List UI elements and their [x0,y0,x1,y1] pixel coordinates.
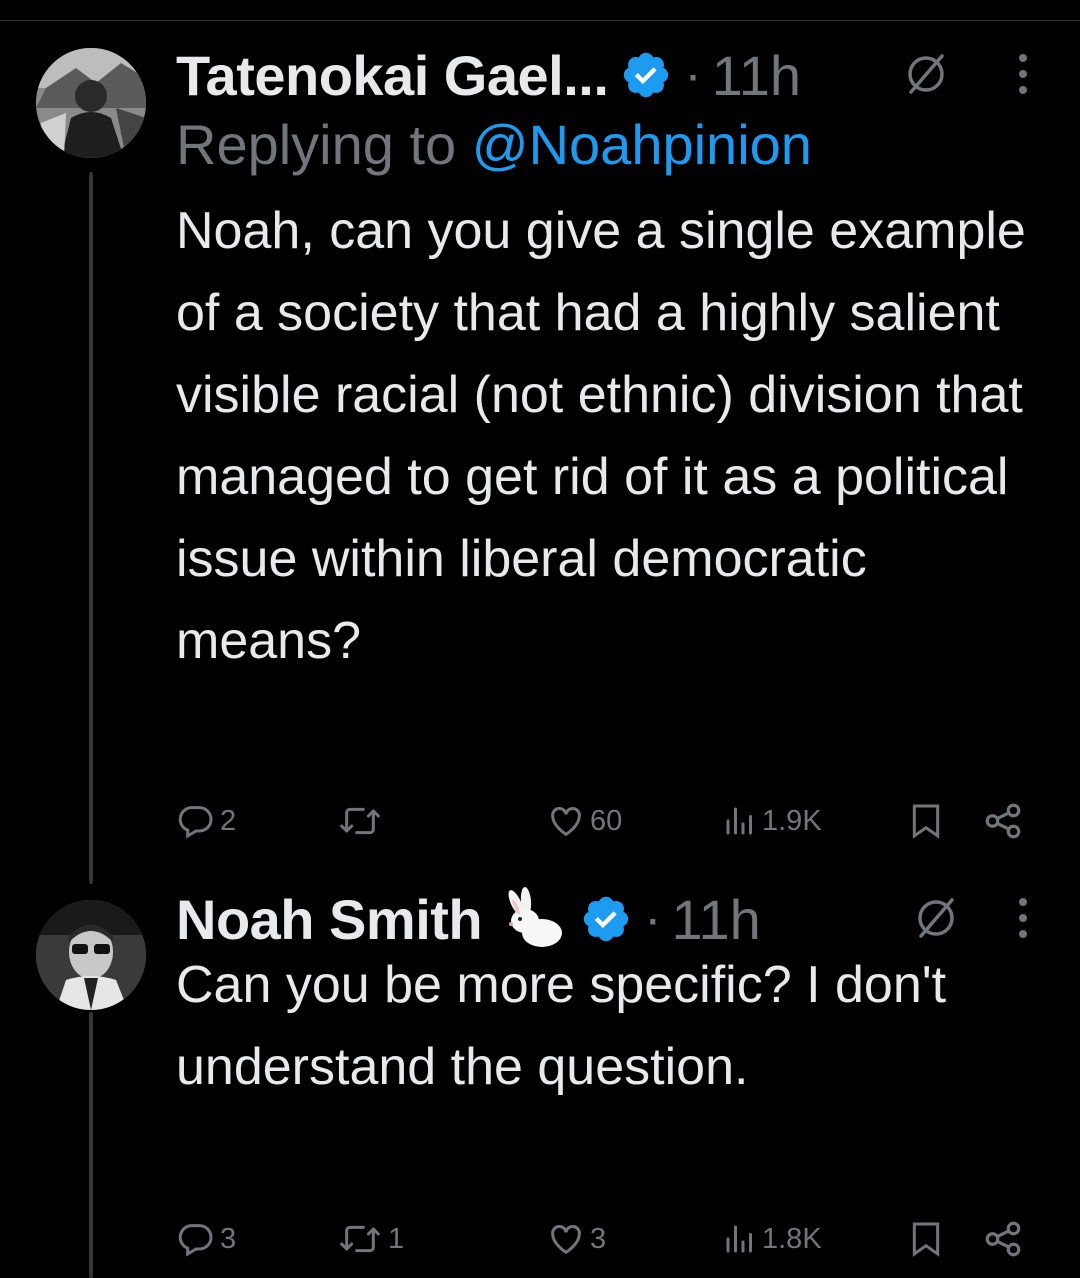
rabbit-emoji-icon [508,887,563,947]
tweet-1-text: Noah, can you give a single example of a… [176,202,1026,670]
views-count: 1.9K [762,804,822,837]
timestamp[interactable]: 11h [712,43,801,108]
avatar-noah-smith[interactable] [36,900,146,1010]
separator-dot: · [684,46,702,104]
avatar-tatenokai[interactable] [36,48,146,158]
share-button[interactable] [982,1214,1024,1264]
like-count: 60 [590,804,623,837]
like-button[interactable]: 3 [546,1214,606,1264]
verified-badge-icon [624,52,669,98]
top-divider [0,20,1080,21]
replying-to: Replying to @Noahpinion [176,110,812,180]
retweet-icon [340,807,380,835]
reply-icon [178,1224,213,1257]
bookmark-icon [912,804,940,839]
share-icon [985,1221,1021,1257]
tweet-2-actions: 3 1 3 1.8K [176,1214,1036,1264]
separator-dot: · [644,890,662,948]
reply-count: 3 [220,1222,237,1255]
grok-icon[interactable] [902,50,950,98]
views-icon [726,807,752,835]
tweet-2-text: Can you be more specific? I don't unders… [176,956,947,1096]
bookmark-button[interactable] [906,796,946,846]
author-name[interactable]: Tatenokai Gael... [176,43,609,108]
like-button[interactable]: 60 [546,796,622,846]
reply-count: 2 [220,804,237,837]
more-icon[interactable] [1016,50,1030,98]
verified-badge-icon [583,896,629,942]
reply-icon [178,806,213,839]
bookmark-icon [912,1222,940,1257]
like-count: 3 [590,1222,607,1255]
more-icon[interactable] [1016,894,1030,942]
tweet-1-header: Tatenokai Gael... · 11h [176,40,801,110]
reply-button[interactable]: 2 [176,796,236,846]
tweet-1-actions: 2 60 1.9K [176,796,1036,846]
retweet-button[interactable] [336,796,388,846]
bookmark-button[interactable] [906,1214,946,1264]
author-name[interactable]: Noah Smith [176,887,483,952]
views-button[interactable]: 1.9K [722,796,822,846]
views-count: 1.8K [762,1222,822,1255]
retweet-icon [340,1225,380,1253]
share-icon [985,803,1021,839]
timestamp[interactable]: 11h [671,887,760,952]
retweet-button[interactable]: 1 [336,1214,404,1264]
like-icon [551,807,581,837]
replying-to-handle[interactable]: @Noahpinion [472,113,812,176]
grok-icon[interactable] [912,894,960,942]
thread-line [89,172,93,884]
views-icon [726,1225,752,1253]
share-button[interactable] [982,796,1024,846]
like-icon [551,1225,581,1255]
views-button[interactable]: 1.8K [722,1214,822,1264]
reply-button[interactable]: 3 [176,1214,236,1264]
thread-line [89,1012,93,1278]
retweet-count: 1 [388,1222,405,1255]
replying-to-prefix: Replying to [176,113,472,176]
